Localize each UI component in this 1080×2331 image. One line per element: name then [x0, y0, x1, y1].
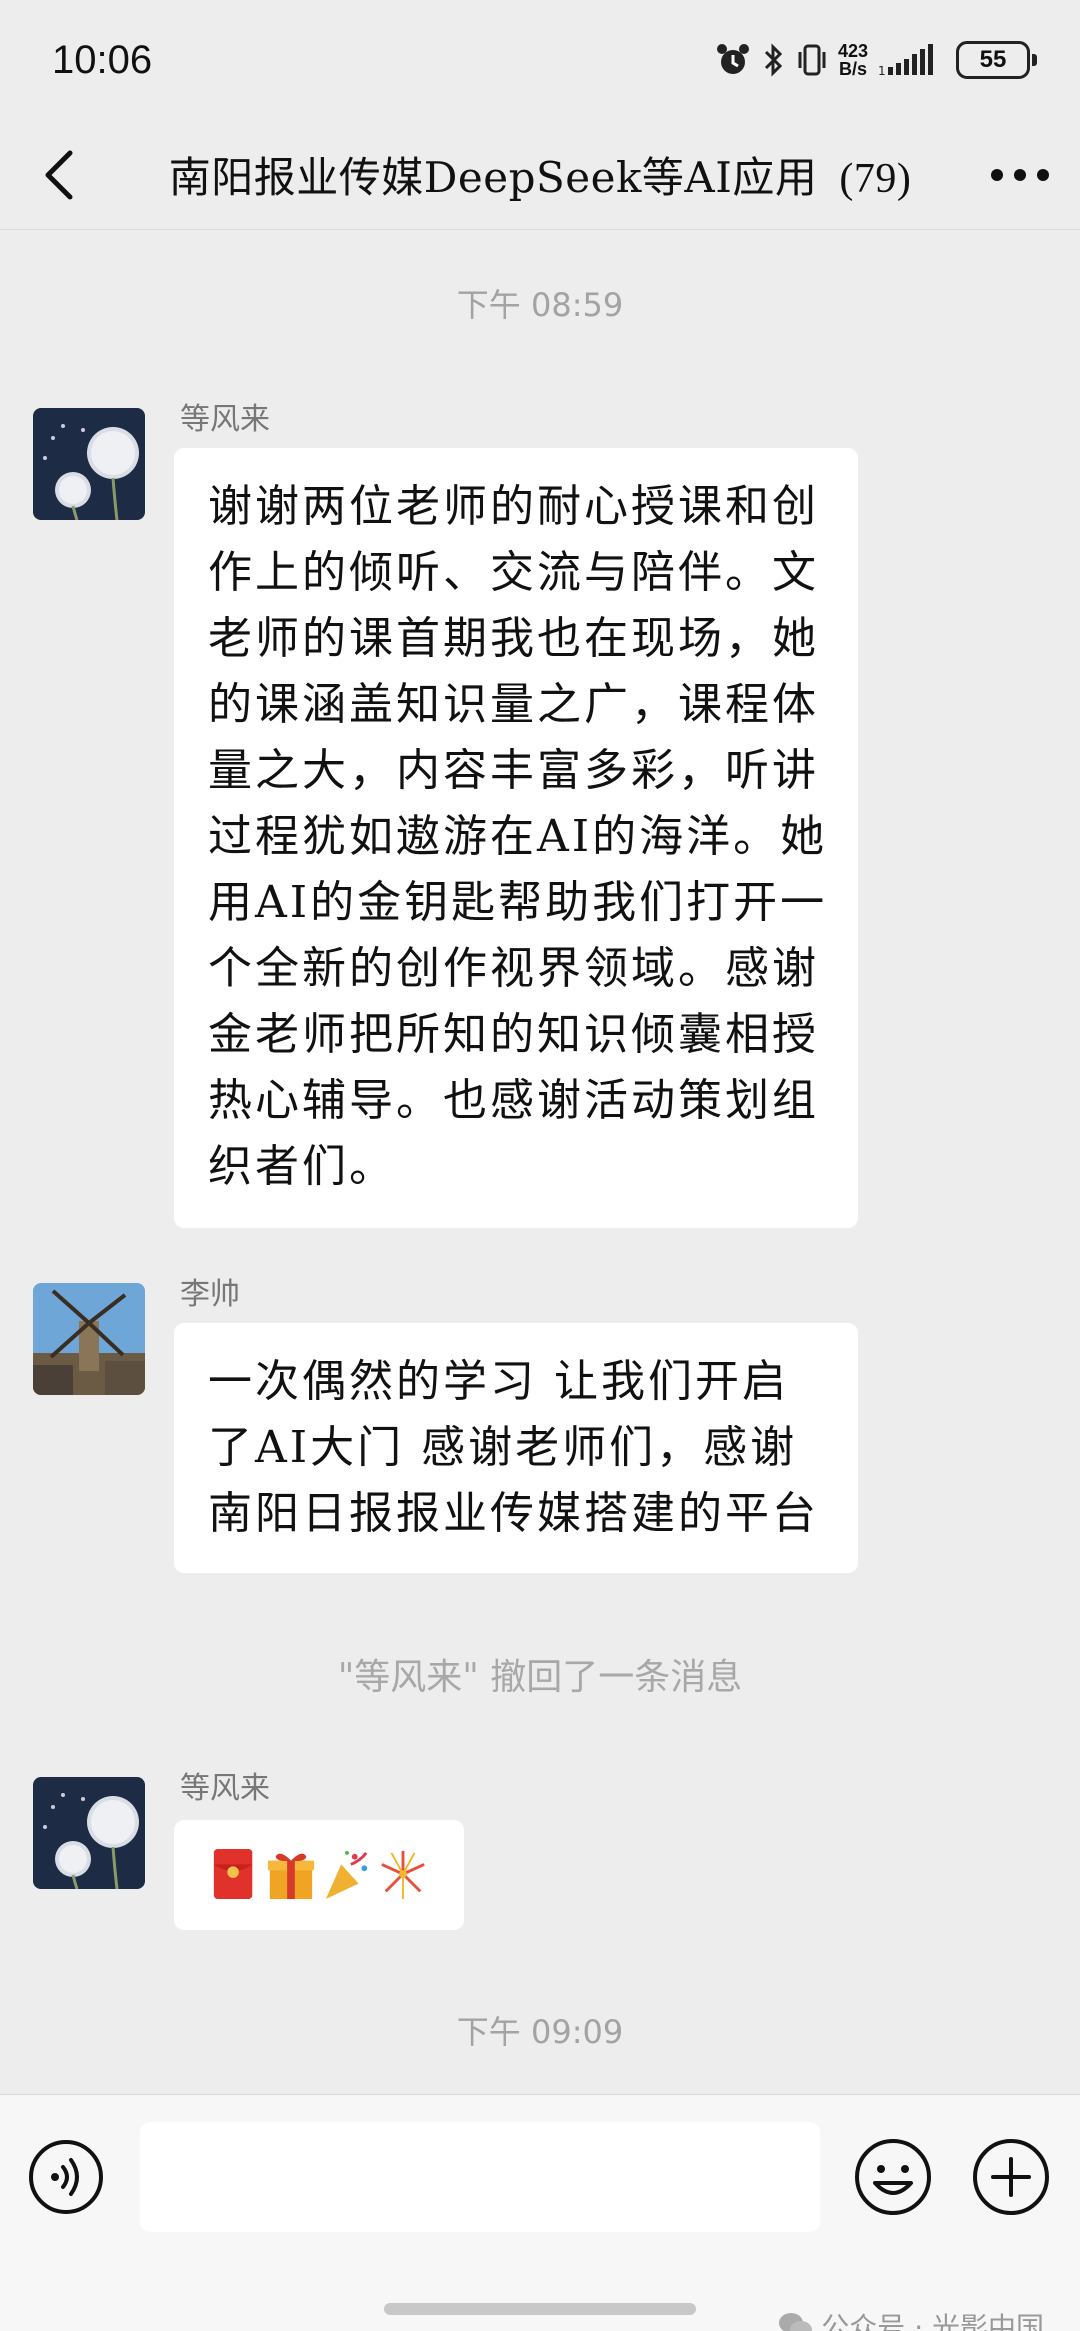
timestamp: 下午 08:59 [456, 286, 624, 324]
windmill-avatar[interactable] [33, 1283, 145, 1395]
message-input[interactable] [140, 2122, 820, 2232]
message-line: 热心辅导。也感谢活动策划组 [208, 1075, 819, 1126]
plus-icon [973, 2139, 1049, 2215]
message-line: 南阳日报报业传媒搭建的平台 [208, 1488, 819, 1539]
message-line: 金老师把所知的知识倾囊相授 [208, 1009, 819, 1060]
emoji-button[interactable] [853, 2137, 933, 2221]
message-line: 个全新的创作视界领域。感谢 [208, 943, 819, 994]
chevron-left-icon [45, 150, 73, 199]
message-bubble[interactable]: 一次偶然的学习 让我们开启 了AI大门 感谢老师们，感谢 南阳日报报业传媒搭建的… [174, 1323, 858, 1573]
message-line: 用AI的金钥匙帮助我们打开一 [208, 877, 828, 928]
message-line: 量之大，内容丰富多彩，听讲 [208, 745, 819, 796]
message-line: 的课涵盖知识量之广，课程体 [208, 679, 819, 730]
status-time: 10:06 [52, 37, 153, 82]
more-functions-button[interactable] [971, 2137, 1051, 2221]
more-dots-icon [991, 168, 1049, 181]
red-envelope-icon [213, 1849, 253, 1900]
emoji-row [210, 1842, 428, 1908]
network-speed: 423 B/s [837, 41, 868, 79]
recall-notice: "等风来" 撤回了一条消息 [337, 1657, 743, 1698]
message-line: 过程犹如遨游在AI的海洋。她 [208, 811, 828, 862]
back-button[interactable] [0, 120, 120, 230]
timestamp: 下午 09:09 [456, 2013, 624, 2051]
battery-indicator: 55 [956, 41, 1037, 79]
signal-icon: 1 [878, 44, 933, 77]
status-bar: 10:06 423 B/s 1 55 [0, 0, 1080, 120]
message-line: 了AI大门 感谢老师们，感谢 [208, 1422, 798, 1473]
sender-name: 等风来 [180, 402, 270, 437]
bluetooth-icon [764, 43, 783, 77]
home-indicator[interactable] [384, 2303, 696, 2315]
message-line: 一次偶然的学习 让我们开启 [208, 1356, 789, 1407]
input-bar [0, 2094, 1080, 2331]
wechat-icon [779, 2313, 813, 2331]
group-name: 南阳报业传媒DeepSeek等AI应用 [168, 153, 818, 202]
voice-button[interactable] [27, 2138, 105, 2220]
svg-text:1: 1 [878, 64, 886, 77]
fireworks-icon [381, 1850, 425, 1900]
chat-header: 南阳报业传媒DeepSeek等AI应用 (79) [0, 120, 1080, 230]
more-button[interactable] [960, 120, 1080, 230]
message-line: 织者们。 [208, 1141, 396, 1192]
watermark: 公众号 · 光影中国 [777, 2306, 1044, 2331]
voice-icon [29, 2140, 103, 2214]
message-line: 老师的课首期我也在现场，她 [208, 613, 819, 664]
message-bubble[interactable] [174, 1820, 464, 1930]
party-popper-icon [325, 1850, 368, 1900]
message-line: 作上的倾听、交流与陪伴。文 [208, 547, 819, 598]
message-bubble[interactable]: 谢谢两位老师的耐心授课和创 作上的倾听、交流与陪伴。文 老师的课首期我也在现场，… [174, 448, 858, 1228]
member-count: (79) [839, 156, 912, 202]
dandelion-avatar[interactable] [33, 1777, 145, 1889]
sender-name: 等风来 [180, 1771, 270, 1806]
vibrate-icon [798, 44, 826, 76]
chat-title: 南阳报业传媒DeepSeek等AI应用 (79) [120, 144, 960, 205]
dandelion-avatar[interactable] [33, 408, 145, 520]
sender-name: 李帅 [180, 1277, 240, 1312]
alarm-icon [716, 44, 749, 74]
message-line: 谢谢两位老师的耐心授课和创 [208, 481, 819, 532]
status-icons: 423 B/s 1 55 [714, 41, 1037, 79]
smiley-icon [855, 2139, 931, 2215]
gift-icon [267, 1853, 315, 1900]
